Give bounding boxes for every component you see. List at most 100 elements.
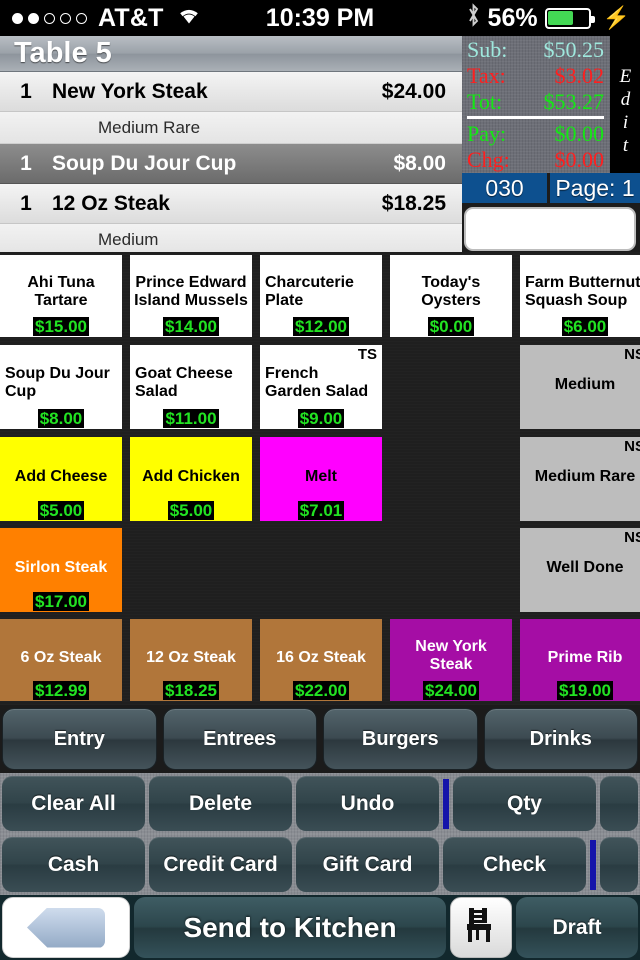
menu-item-button[interactable]: Soup Du Jour Cup $8.00: [0, 345, 122, 429]
entry-input[interactable]: [464, 207, 636, 251]
menu-item-label: Today's Oysters: [421, 273, 481, 310]
subtotal-value: $50.25: [543, 37, 605, 62]
menu-item-button[interactable]: NS Medium: [520, 345, 640, 429]
menu-item-label: 6 Oz Steak: [20, 648, 102, 666]
delete-button[interactable]: Delete: [149, 776, 292, 831]
subtotal-row: Sub: $50.25: [467, 37, 604, 63]
menu-item-button[interactable]: Today's Oysters $0.00: [390, 255, 512, 337]
menu-item-price: $6.00: [561, 316, 609, 336]
order-item-price: $18.25: [381, 191, 446, 215]
seat-button[interactable]: [450, 897, 512, 958]
menu-item-label: New York Steak: [415, 637, 487, 674]
tab-entry[interactable]: Entry: [2, 708, 157, 770]
edit-row-extra-button[interactable]: [600, 776, 638, 831]
menu-item-price: $12.99: [33, 680, 89, 700]
menu-item-button[interactable]: NS Medium Rare: [520, 437, 640, 521]
change-row: Chg: $0.00: [467, 147, 604, 173]
menu-item-price: $15.00: [33, 316, 89, 336]
menu-item-label: Melt: [305, 467, 337, 485]
menu-item-button[interactable]: NS Well Done: [520, 528, 640, 612]
status-bar-right: 56% ⚡: [466, 3, 640, 33]
menu-item-button[interactable]: Sirlon Steak $17.00: [0, 528, 122, 612]
menu-item-label: French Garden Salad: [265, 364, 369, 401]
pos-app-screen: AT&T 10:39 PM 56% ⚡ Table 5 1 New York S…: [0, 0, 640, 960]
gift-card-button[interactable]: Gift Card: [296, 837, 439, 892]
payment-row-extra-button[interactable]: [600, 837, 638, 892]
order-item-modifier[interactable]: Medium Rare: [0, 112, 462, 144]
chair-icon: [462, 905, 500, 950]
qty-button[interactable]: Qty: [453, 776, 596, 831]
menu-item-button[interactable]: 16 Oz Steak $22.00: [260, 619, 382, 701]
menu-item-button[interactable]: Prince Edward Island Mussels $14.00: [130, 255, 252, 337]
change-value: $0.00: [554, 147, 605, 172]
order-item-modifier[interactable]: Medium: [0, 224, 462, 252]
menu-item-button[interactable]: Goat Cheese Salad $11.00: [130, 345, 252, 429]
menu-item-price: $24.00: [423, 680, 479, 700]
menu-item-price: $8.00: [37, 408, 85, 428]
menu-item-button[interactable]: Charcuterie Plate $12.00: [260, 255, 382, 337]
menu-item-label: Add Chicken: [142, 467, 240, 485]
row-divider: [443, 778, 449, 829]
tax-value: $3.02: [554, 63, 605, 88]
subtotal-label: Sub:: [467, 37, 508, 62]
cash-button[interactable]: Cash: [2, 837, 145, 892]
table-row[interactable]: 1 Soup Du Jour Cup $8.00: [0, 144, 462, 184]
draft-button[interactable]: Draft: [516, 897, 638, 958]
menu-item-button[interactable]: New York Steak $24.00: [390, 619, 512, 701]
undo-button[interactable]: Undo: [296, 776, 439, 831]
menu-item-badge: TS: [357, 346, 377, 363]
edit-button[interactable]: Edit: [610, 36, 640, 173]
menu-item-button[interactable]: Add Cheese $5.00: [0, 437, 122, 521]
change-label: Chg:: [467, 147, 510, 172]
clear-all-button[interactable]: Clear All: [2, 776, 145, 831]
order-item-qty: 1: [20, 151, 32, 175]
payment-function-row: Cash Credit Card Gift Card Check: [0, 834, 640, 895]
menu-item-price: $9.00: [297, 408, 345, 428]
menu-item-label: Well Done: [546, 558, 624, 576]
menu-item-label: Medium Rare: [534, 467, 636, 485]
table-row[interactable]: 1 New York Steak $24.00: [0, 72, 462, 112]
order-item-price: $8.00: [393, 151, 446, 175]
page-indicator[interactable]: Page: 1: [550, 173, 640, 203]
battery-percent-label: 56%: [487, 3, 538, 32]
back-button[interactable]: [2, 897, 130, 958]
menu-item-button[interactable]: 12 Oz Steak $18.25: [130, 619, 252, 701]
table-row[interactable]: 1 12 Oz Steak $18.25: [0, 184, 462, 224]
menu-item-button[interactable]: Prime Rib $19.00: [520, 619, 640, 701]
menu-item-button[interactable]: Ahi Tuna Tartare $15.00: [0, 255, 122, 337]
tab-entrees[interactable]: Entrees: [162, 708, 317, 770]
menu-item-button[interactable]: Farm Butternut Squash Soup $6.00: [520, 255, 640, 337]
check-button[interactable]: Check: [443, 837, 586, 892]
menu-item-label: Medium: [554, 375, 616, 393]
totals-divider: [467, 116, 604, 119]
send-to-kitchen-button[interactable]: Send to Kitchen: [134, 897, 446, 958]
tab-burgers[interactable]: Burgers: [323, 708, 478, 770]
menu-item-price: $11.00: [163, 408, 219, 428]
menu-item-badge: NS: [624, 438, 640, 455]
status-bar: AT&T 10:39 PM 56% ⚡: [0, 0, 640, 36]
tax-label: Tax:: [467, 63, 506, 88]
total-value: $53.27: [543, 89, 605, 114]
totals-panel: Sub: $50.25 Tax: $3.02 Tot: $53.27 Pay: …: [462, 36, 610, 173]
menu-item-button[interactable]: Add Chicken $5.00: [130, 437, 252, 521]
menu-item-label: Prince Edward Island Mussels: [134, 273, 248, 310]
order-item-name: 12 Oz Steak: [52, 191, 170, 215]
category-tab-bar: Entry Entrees Burgers Drinks: [0, 705, 640, 773]
back-arrow-icon: [27, 907, 105, 948]
menu-item-label: Sirlon Steak: [14, 558, 108, 576]
menu-item-label: Soup Du Jour Cup: [5, 364, 110, 401]
order-ticket-panel: Table 5 1 New York Steak $24.00 Medium R…: [0, 36, 462, 252]
menu-item-label: 16 Oz Steak: [276, 648, 366, 666]
ticket-number-badge[interactable]: 030: [462, 173, 547, 203]
menu-item-button[interactable]: 6 Oz Steak $12.99: [0, 619, 122, 701]
paid-label: Pay:: [467, 121, 507, 146]
order-item-qty: 1: [20, 79, 32, 103]
row-divider: [590, 839, 596, 890]
credit-card-button[interactable]: Credit Card: [149, 837, 292, 892]
menu-item-button[interactable]: TS French Garden Salad $9.00: [260, 345, 382, 429]
menu-item-button[interactable]: Melt $7.01: [260, 437, 382, 521]
total-label: Tot:: [467, 89, 503, 114]
edit-function-row: Clear All Delete Undo Qty: [0, 773, 640, 834]
tab-drinks[interactable]: Drinks: [483, 708, 638, 770]
tax-row: Tax: $3.02: [467, 63, 604, 89]
